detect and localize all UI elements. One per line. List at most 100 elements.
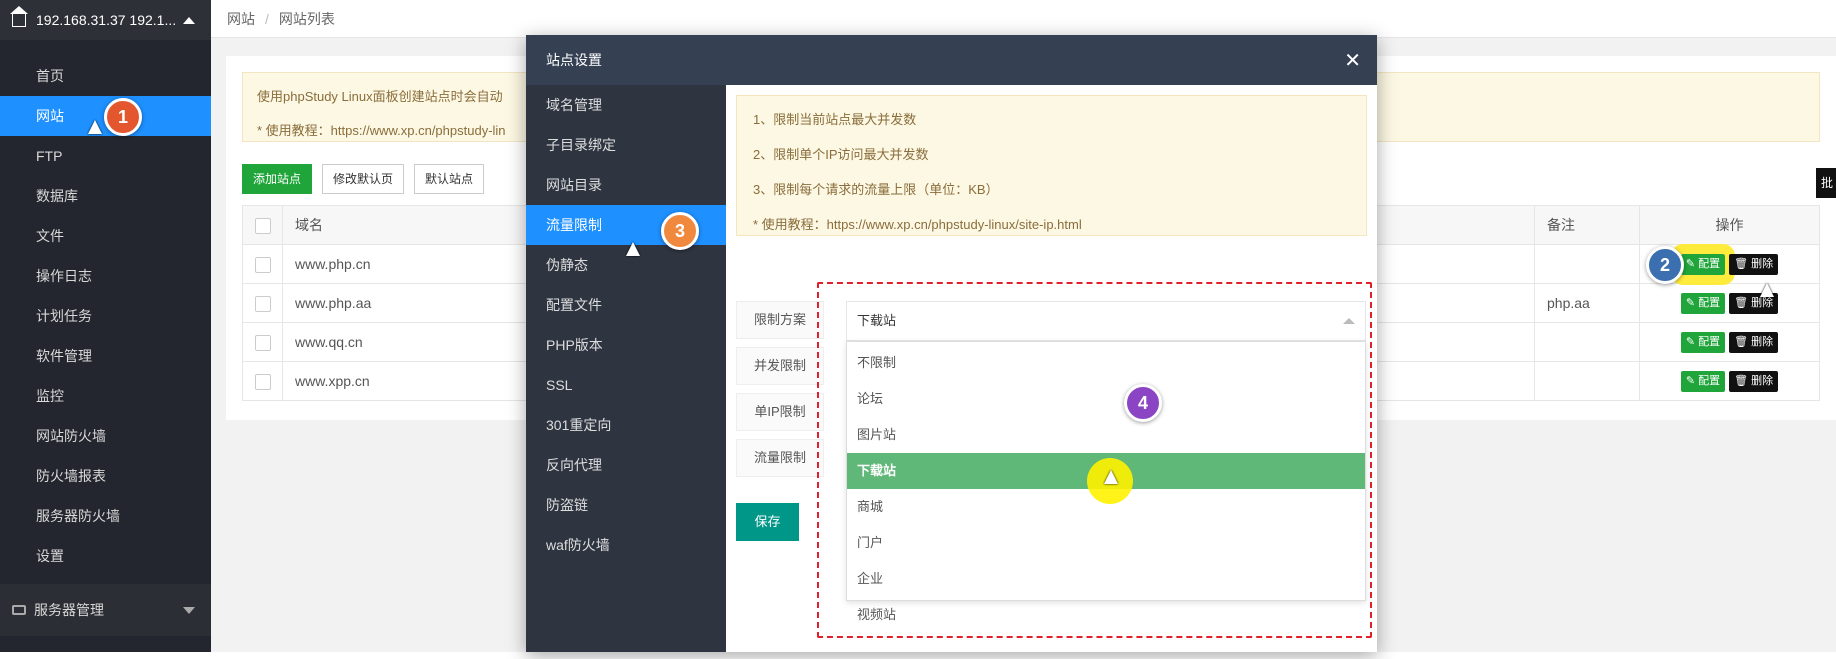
delete-label: 删除: [1751, 374, 1774, 387]
modal-nav: 域名管理 子目录绑定 网站目录 流量限制 伪静态 配置文件 PHP版本 SSL 301重定向 反向…: [526, 85, 726, 652]
sidebar-item-9[interactable]: 网站防火墙: [0, 416, 211, 456]
modal-nav-item-2[interactable]: 网站目录: [526, 165, 726, 205]
modal-body: 1、限制当前站点最大并发数 2、限制单个IP访问最大并发数 3、限制每个请求的流量上…: [726, 85, 1377, 652]
sidebar-item-12[interactable]: 设置: [0, 536, 211, 576]
plan-option[interactable]: 视频站: [847, 597, 1365, 633]
sidebar-item-6[interactable]: 计划任务: [0, 296, 211, 336]
server-management-label: 服务器管理: [34, 602, 104, 618]
server-title: 192.168.31.37 192.1...: [36, 12, 177, 28]
cursor-icon: [88, 120, 102, 134]
plan-select[interactable]: 下载站: [846, 301, 1366, 341]
cursor-icon: [1104, 470, 1118, 484]
config-button[interactable]: ✎ 配置: [1680, 331, 1726, 353]
concurrency-label: 并发限制: [736, 347, 824, 385]
site-settings-modal: 站点设置 ✕ 域名管理 子目录绑定 网站目录 流量限制 伪静态 配置文件 PHP版本 SSL 3…: [526, 35, 1377, 652]
sidebar-item-8[interactable]: 监控: [0, 376, 211, 416]
row-checkbox[interactable]: [255, 256, 271, 273]
col-op: 操作: [1639, 205, 1820, 245]
plan-option[interactable]: 不限制: [847, 345, 1365, 381]
tips-box: 1、限制当前站点最大并发数 2、限制单个IP访问最大并发数 3、限制每个请求的流量上…: [736, 95, 1367, 236]
step-badge-4: 4: [1124, 384, 1162, 422]
row-checkbox[interactable]: [255, 295, 271, 312]
plan-row: 限制方案: [736, 301, 824, 339]
delete-label: 删除: [1751, 335, 1774, 348]
config-button[interactable]: ✎ 配置: [1680, 370, 1726, 392]
select-all-checkbox[interactable]: [255, 217, 271, 234]
single-ip-row: 单IP限制: [736, 393, 824, 431]
traffic-label: 流量限制: [736, 439, 824, 477]
modal-nav-item-10[interactable]: 防盗链: [526, 485, 726, 525]
caret-down-icon: [183, 606, 195, 614]
layers-icon: [12, 605, 26, 615]
config-button[interactable]: ✎ 配置: [1680, 292, 1726, 314]
sidebar-item-0[interactable]: 首页: [0, 56, 211, 96]
modal-nav-item-5[interactable]: 配置文件: [526, 285, 726, 325]
plan-label: 限制方案: [736, 301, 824, 339]
plan-select-value: 下载站: [857, 313, 897, 328]
plan-option[interactable]: 图片站: [847, 417, 1365, 453]
col-note: 备注: [1534, 205, 1640, 245]
tip-line: * 使用教程：https://www.xp.cn/phpstudy-linux/…: [753, 217, 1082, 232]
tip-line: 2、限制单个IP访问最大并发数: [753, 147, 929, 162]
config-label: 配置: [1698, 257, 1721, 270]
sidebar-item-7[interactable]: 软件管理: [0, 336, 211, 376]
home-icon: [10, 6, 28, 27]
caret-up-icon: [183, 16, 195, 24]
sidebar-item-5[interactable]: 操作日志: [0, 256, 211, 296]
plan-option[interactable]: 门户: [847, 525, 1365, 561]
row-actions: ✎ 配置 🗑 删除: [1640, 370, 1819, 392]
delete-label: 删除: [1751, 296, 1774, 309]
row-note: [1534, 322, 1640, 362]
batch-button[interactable]: 批: [1816, 168, 1836, 198]
server-management[interactable]: 服务器管理: [0, 584, 211, 636]
delete-label: 删除: [1751, 257, 1774, 270]
traffic-row: 流量限制: [736, 439, 824, 477]
row-checkbox[interactable]: [255, 373, 271, 390]
config-label: 配置: [1698, 296, 1721, 309]
row-note: [1534, 244, 1640, 284]
modal-nav-item-8[interactable]: 301重定向: [526, 405, 726, 445]
tip-line: 3、限制每个请求的流量上限（单位：KB）: [753, 182, 999, 197]
add-site-button[interactable]: 添加站点: [242, 164, 313, 194]
plan-option[interactable]: 企业: [847, 561, 1365, 597]
save-button[interactable]: 保存: [736, 503, 799, 541]
modal-nav-item-0[interactable]: 域名管理: [526, 85, 726, 125]
sidebar-item-10[interactable]: 防火墙报表: [0, 456, 211, 496]
edit-default-page-button[interactable]: 修改默认页: [322, 164, 405, 194]
sidebar: 192.168.31.37 192.1... 首页 网站 FTP 数据库 文件 操作日志计…: [0, 0, 211, 652]
sidebar-item-4[interactable]: 文件: [0, 216, 211, 256]
sidebar-item-3[interactable]: 数据库: [0, 176, 211, 216]
modal-nav-item-11[interactable]: waf防火墙: [526, 525, 726, 565]
modal-nav-item-6[interactable]: PHP版本: [526, 325, 726, 365]
delete-button[interactable]: 🗑 删除: [1729, 253, 1779, 275]
server-selector[interactable]: 192.168.31.37 192.1...: [0, 0, 211, 40]
step-badge-2: 2: [1646, 246, 1684, 284]
default-site-button[interactable]: 默认站点: [414, 164, 485, 194]
cursor-icon: [1760, 283, 1774, 297]
config-label: 配置: [1698, 374, 1721, 387]
modal-nav-item-9[interactable]: 反向代理: [526, 445, 726, 485]
close-icon[interactable]: ✕: [1344, 48, 1361, 73]
modal-title: 站点设置: [546, 52, 602, 68]
row-checkbox[interactable]: [255, 334, 271, 351]
breadcrumb-separator: /: [265, 10, 269, 27]
single-ip-label: 单IP限制: [736, 393, 824, 431]
breadcrumb: 网站 / 网站列表: [211, 0, 1836, 38]
row-actions: ✎ 配置 🗑 删除: [1640, 331, 1819, 353]
plan-option[interactable]: 论坛: [847, 381, 1365, 417]
step-badge-1: 1: [104, 98, 142, 136]
sidebar-item-2[interactable]: FTP: [0, 136, 211, 176]
row-actions: ✎ 配置 🗑 删除: [1640, 292, 1819, 314]
breadcrumb-root[interactable]: 网站: [227, 9, 255, 29]
cursor-icon: [626, 242, 640, 256]
modal-nav-item-1[interactable]: 子目录绑定: [526, 125, 726, 165]
sidebar-item-11[interactable]: 服务器防火墙: [0, 496, 211, 536]
config-label: 配置: [1698, 335, 1721, 348]
config-button[interactable]: ✎ 配置: [1670, 243, 1736, 285]
step-badge-3: 3: [661, 212, 699, 250]
delete-button[interactable]: 🗑 删除: [1729, 331, 1779, 353]
delete-button[interactable]: 🗑 删除: [1729, 370, 1779, 392]
concurrency-row: 并发限制: [736, 347, 824, 385]
modal-header: 站点设置 ✕: [526, 35, 1377, 85]
modal-nav-item-7[interactable]: SSL: [526, 365, 726, 405]
